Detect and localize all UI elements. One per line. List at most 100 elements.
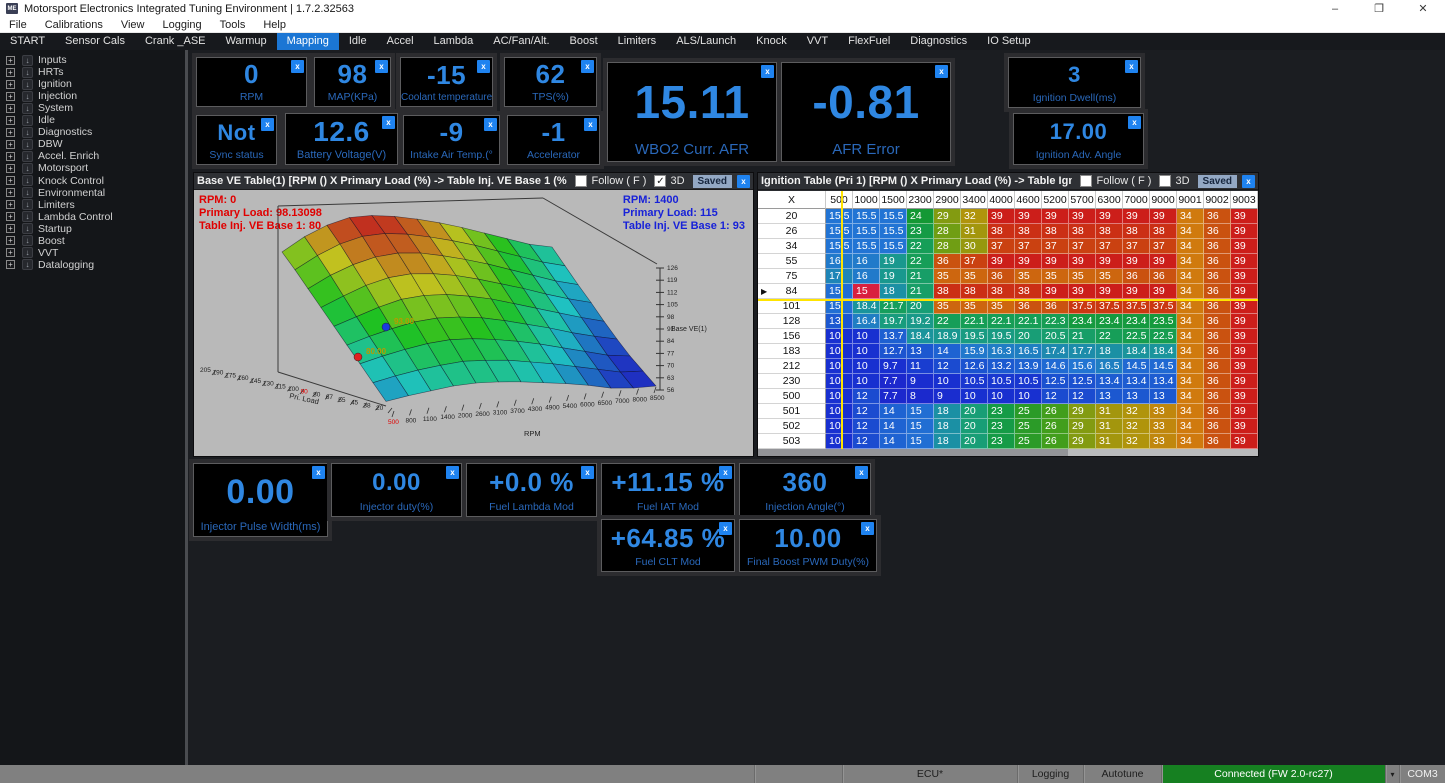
table-cell[interactable]: 39 — [1096, 254, 1123, 269]
column-header-5200[interactable]: 5200 — [1042, 191, 1069, 209]
row-header-34[interactable]: 34 — [758, 239, 826, 254]
table-cell[interactable]: 34 — [1177, 434, 1204, 449]
table-cell[interactable]: 39 — [1150, 284, 1177, 299]
tab-sensor-cals[interactable]: Sensor Cals — [55, 33, 135, 50]
table-cell[interactable]: 18 — [934, 404, 961, 419]
expand-icon[interactable]: + — [6, 248, 15, 257]
table-cell[interactable]: 20.5 — [1042, 329, 1069, 344]
table-cell[interactable]: 18 — [880, 284, 907, 299]
expand-icon[interactable]: + — [6, 56, 15, 65]
table-cell[interactable]: 34 — [1177, 374, 1204, 389]
table-cell[interactable]: 12 — [853, 404, 880, 419]
table-cell[interactable]: 29 — [934, 209, 961, 224]
table-cell[interactable]: 36 — [1204, 374, 1231, 389]
table-cell[interactable]: 38 — [1042, 224, 1069, 239]
table-cell[interactable]: 10 — [961, 389, 988, 404]
table-cell[interactable]: 36 — [1123, 269, 1150, 284]
table-cell[interactable]: 34 — [1177, 404, 1204, 419]
table-cell[interactable]: 39 — [1015, 254, 1042, 269]
ecu-status[interactable]: ECU* — [842, 765, 1017, 783]
table-cell[interactable]: 22 — [1096, 329, 1123, 344]
table-cell[interactable]: 34 — [1177, 314, 1204, 329]
row-header-502[interactable]: 502 — [758, 419, 826, 434]
table-cell[interactable]: 38 — [988, 224, 1015, 239]
3d-checkbox[interactable] — [1159, 175, 1171, 187]
table-cell[interactable]: 13.4 — [1096, 374, 1123, 389]
table-cell[interactable]: 15.9 — [961, 344, 988, 359]
table-cell[interactable]: 23.5 — [1150, 314, 1177, 329]
column-header-9002[interactable]: 9002 — [1204, 191, 1231, 209]
expand-icon[interactable]: + — [6, 128, 15, 137]
table-cell[interactable]: 18 — [1096, 344, 1123, 359]
table-cell[interactable]: 39 — [1150, 254, 1177, 269]
table-cell[interactable]: 15 — [907, 434, 934, 449]
tab-idle[interactable]: Idle — [339, 33, 377, 50]
table-cell[interactable]: 35 — [934, 269, 961, 284]
expand-icon[interactable]: + — [6, 200, 15, 209]
table-cell[interactable]: 25 — [1015, 434, 1042, 449]
table-cell[interactable]: 13 — [1123, 389, 1150, 404]
table-cell[interactable]: 36 — [1204, 344, 1231, 359]
table-cell[interactable]: 19.5 — [961, 329, 988, 344]
table-cell[interactable]: 8 — [907, 389, 934, 404]
tab-crank-ase[interactable]: Crank _ASE — [135, 33, 216, 50]
table-cell[interactable]: 39 — [1015, 209, 1042, 224]
table-cell[interactable]: 38 — [1123, 224, 1150, 239]
expand-icon[interactable]: + — [6, 224, 15, 233]
table-cell[interactable]: 12 — [853, 389, 880, 404]
column-header-2300[interactable]: 2300 — [907, 191, 934, 209]
close-button[interactable]: ✕ — [1401, 0, 1445, 17]
row-header-212[interactable]: 212 — [758, 359, 826, 374]
table-cell[interactable]: 36 — [1204, 239, 1231, 254]
table-cell[interactable]: 38 — [1150, 224, 1177, 239]
expand-icon[interactable]: + — [6, 176, 15, 185]
table-cell[interactable]: 12.6 — [961, 359, 988, 374]
table-cell[interactable]: 39 — [1231, 224, 1258, 239]
sidebar-item-hrts[interactable]: +↓HRTs — [0, 66, 185, 78]
menu-logging[interactable]: Logging — [153, 17, 210, 33]
tab-diagnostics[interactable]: Diagnostics — [900, 33, 977, 50]
table-cell[interactable]: 39 — [1231, 284, 1258, 299]
table-cell[interactable]: 20 — [961, 419, 988, 434]
gauge-close-icon[interactable]: x — [291, 60, 304, 73]
table-cell[interactable]: 36 — [1204, 299, 1231, 314]
table-cell[interactable]: 34 — [1177, 329, 1204, 344]
column-header-4600[interactable]: 4600 — [1015, 191, 1042, 209]
table-cell[interactable]: 36 — [1204, 314, 1231, 329]
gauge-close-icon[interactable]: x — [584, 118, 597, 131]
table-cell[interactable]: 36 — [1204, 434, 1231, 449]
gauge-close-icon[interactable]: x — [261, 118, 274, 131]
expand-icon[interactable]: + — [6, 104, 15, 113]
tab-io-setup[interactable]: IO Setup — [977, 33, 1040, 50]
table-cell[interactable]: 37 — [1123, 239, 1150, 254]
table-cell[interactable]: 15 — [826, 299, 853, 314]
table-cell[interactable]: 22.1 — [961, 314, 988, 329]
table-cell[interactable]: 36 — [1204, 404, 1231, 419]
table-cell[interactable]: 36 — [1204, 359, 1231, 374]
expand-icon[interactable]: + — [6, 188, 15, 197]
table-cell[interactable]: 39 — [1231, 329, 1258, 344]
ve-panel-close-icon[interactable]: x — [737, 175, 750, 188]
table-cell[interactable]: 34 — [1177, 209, 1204, 224]
table-cell[interactable]: 37 — [1015, 239, 1042, 254]
table-cell[interactable]: 16.5 — [1096, 359, 1123, 374]
table-cell[interactable]: 23.4 — [1096, 314, 1123, 329]
table-cell[interactable]: 20 — [1015, 329, 1042, 344]
table-cell[interactable]: 10 — [934, 374, 961, 389]
table-cell[interactable]: 13.2 — [988, 359, 1015, 374]
gauge-close-icon[interactable]: x — [375, 60, 388, 73]
table-cell[interactable]: 38 — [934, 284, 961, 299]
row-header-230[interactable]: 230 — [758, 374, 826, 389]
table-cell[interactable]: 16.4 — [853, 314, 880, 329]
sidebar-item-dbw[interactable]: +↓DBW — [0, 138, 185, 150]
table-cell[interactable]: 12 — [1069, 389, 1096, 404]
table-cell[interactable]: 16.3 — [988, 344, 1015, 359]
table-cell[interactable]: 39 — [1231, 374, 1258, 389]
row-header-501[interactable]: 501 — [758, 404, 826, 419]
gauge-close-icon[interactable]: x — [935, 65, 948, 78]
table-cell[interactable]: 39 — [1069, 254, 1096, 269]
table-cell[interactable]: 18.4 — [1123, 344, 1150, 359]
ve-3d-plot[interactable]: 12611911210598918477706356Base VE(1)5008… — [194, 190, 753, 457]
table-cell[interactable]: 18 — [934, 434, 961, 449]
table-cell[interactable]: 10 — [1015, 389, 1042, 404]
